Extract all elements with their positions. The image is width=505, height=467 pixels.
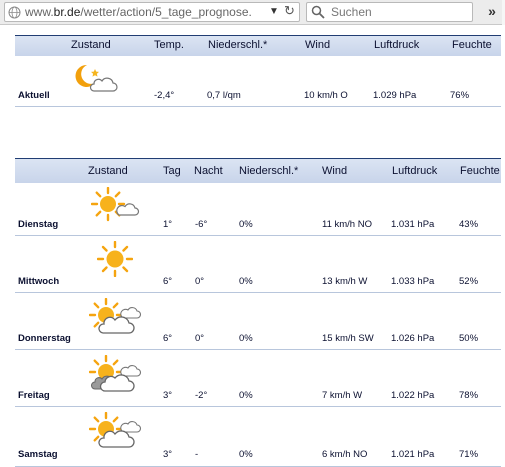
search-bar[interactable] [306, 2, 473, 22]
header-niederschl: Niederschl.* [208, 39, 268, 51]
search-input[interactable] [331, 4, 467, 20]
precipitation: 0% [239, 449, 253, 460]
forecast-row: Samstag 3° - 0% 6 km/h NO 1.021 hPa 71% [15, 407, 501, 467]
night-temp: -6° [195, 219, 208, 230]
day-temp: 3° [163, 449, 173, 460]
forecast-row: Dienstag 1° -6° 0% 11 km/h NO 1.031 hPa … [15, 183, 501, 236]
day-name: Freitag [18, 390, 50, 401]
wind: 11 km/h NO [322, 219, 372, 230]
current-niederschl: 0,7 l/qm [207, 90, 241, 101]
current-row: Aktuell -2,4° 0,7 l/qm 10 km/h O 1.029 h… [15, 56, 501, 107]
humidity: 71% [459, 449, 479, 460]
address-bar[interactable]: www.br.de/wetter/action/5_tage_prognose.… [4, 2, 300, 22]
current-temp: -2,4° [154, 90, 175, 101]
day-name: Samstag [18, 449, 58, 460]
reload-icon[interactable]: ↻ [284, 3, 295, 20]
forecast-row: Freitag 3° -2° 0% 7 km/h W 1.022 hPa 78% [15, 350, 501, 407]
sun-cloud-icon [89, 298, 142, 334]
sun-cloud-icon [89, 412, 142, 448]
current-header-row: Zustand Temp. Niederschl.* Wind Luftdruc… [15, 35, 501, 56]
current-wind: 10 km/h O [304, 90, 348, 101]
forecast-header-row: Zustand Tag Nacht Niederschl.* Wind Luft… [15, 158, 501, 183]
day-temp: 6° [163, 333, 173, 344]
header-temp: Temp. [154, 39, 184, 51]
header-feuchte: Feuchte [460, 165, 500, 177]
header-luftdruck: Luftdruck [374, 39, 420, 51]
header-niederschl: Niederschl.* [239, 165, 299, 177]
header-tag: Tag [163, 165, 181, 177]
current-label: Aktuell [18, 90, 50, 101]
url-domain: br.de [53, 5, 81, 19]
night-temp: -2° [195, 390, 208, 401]
url-text: www.br.de/wetter/action/5_tage_prognose. [25, 3, 252, 21]
header-zustand: Zustand [71, 39, 111, 51]
humidity: 78% [459, 390, 479, 401]
pressure: 1.031 hPa [391, 219, 435, 230]
precipitation: 0% [239, 390, 253, 401]
overflow-menu-button[interactable]: » [484, 1, 500, 21]
forecast-row: Donnerstag 6° 0° 0% 15 km/h SW 1.026 hPa… [15, 293, 501, 350]
night-temp: 0° [195, 276, 205, 287]
night-temp: - [195, 449, 199, 460]
humidity: 50% [459, 333, 479, 344]
url-dropdown-icon[interactable]: ▼ [269, 3, 279, 21]
moon-cloud-icon [75, 64, 118, 92]
sun-small-cloud-icon [91, 187, 140, 222]
globe-icon [8, 6, 21, 19]
header-zustand: Zustand [88, 165, 128, 177]
forecast-row: Mittwoch 6° 0° 0% 13 km/h W 1.033 hPa 52… [15, 236, 501, 293]
pressure: 1.026 hPa [391, 333, 435, 344]
search-icon [311, 5, 325, 19]
wind: 6 km/h NO [322, 449, 368, 460]
forecast-table: Zustand Tag Nacht Niederschl.* Wind Luft… [15, 158, 501, 467]
humidity: 43% [459, 219, 479, 230]
humidity: 52% [459, 276, 479, 287]
current-luftdruck: 1.029 hPa [373, 90, 417, 101]
day-temp: 1° [163, 219, 173, 230]
header-nacht: Nacht [194, 165, 223, 177]
day-temp: 3° [163, 390, 173, 401]
header-wind: Wind [305, 39, 331, 51]
day-name: Mittwoch [18, 276, 60, 287]
url-prefix: www. [25, 5, 54, 19]
pressure: 1.021 hPa [391, 449, 435, 460]
wind: 7 km/h W [322, 390, 363, 401]
sun-icon [97, 241, 133, 277]
url-path: /wetter/action/5_tage_prognose. [80, 5, 252, 19]
sun-dark-cloud-icon [89, 355, 142, 392]
current-feuchte: 76% [450, 90, 470, 101]
precipitation: 0% [239, 276, 253, 287]
wind: 13 km/h W [322, 276, 368, 287]
pressure: 1.022 hPa [391, 390, 435, 401]
current-weather-table: Zustand Temp. Niederschl.* Wind Luftdruc… [15, 35, 501, 107]
day-name: Dienstag [18, 219, 59, 230]
day-temp: 6° [163, 276, 173, 287]
night-temp: 0° [195, 333, 205, 344]
precipitation: 0% [239, 219, 253, 230]
wind: 15 km/h SW [322, 333, 374, 344]
header-luftdruck: Luftdruck [392, 165, 438, 177]
precipitation: 0% [239, 333, 253, 344]
browser-toolbar: www.br.de/wetter/action/5_tage_prognose.… [0, 0, 505, 25]
day-name: Donnerstag [18, 333, 71, 344]
pressure: 1.033 hPa [391, 276, 435, 287]
header-feuchte: Feuchte [452, 39, 492, 51]
header-wind: Wind [322, 165, 348, 177]
